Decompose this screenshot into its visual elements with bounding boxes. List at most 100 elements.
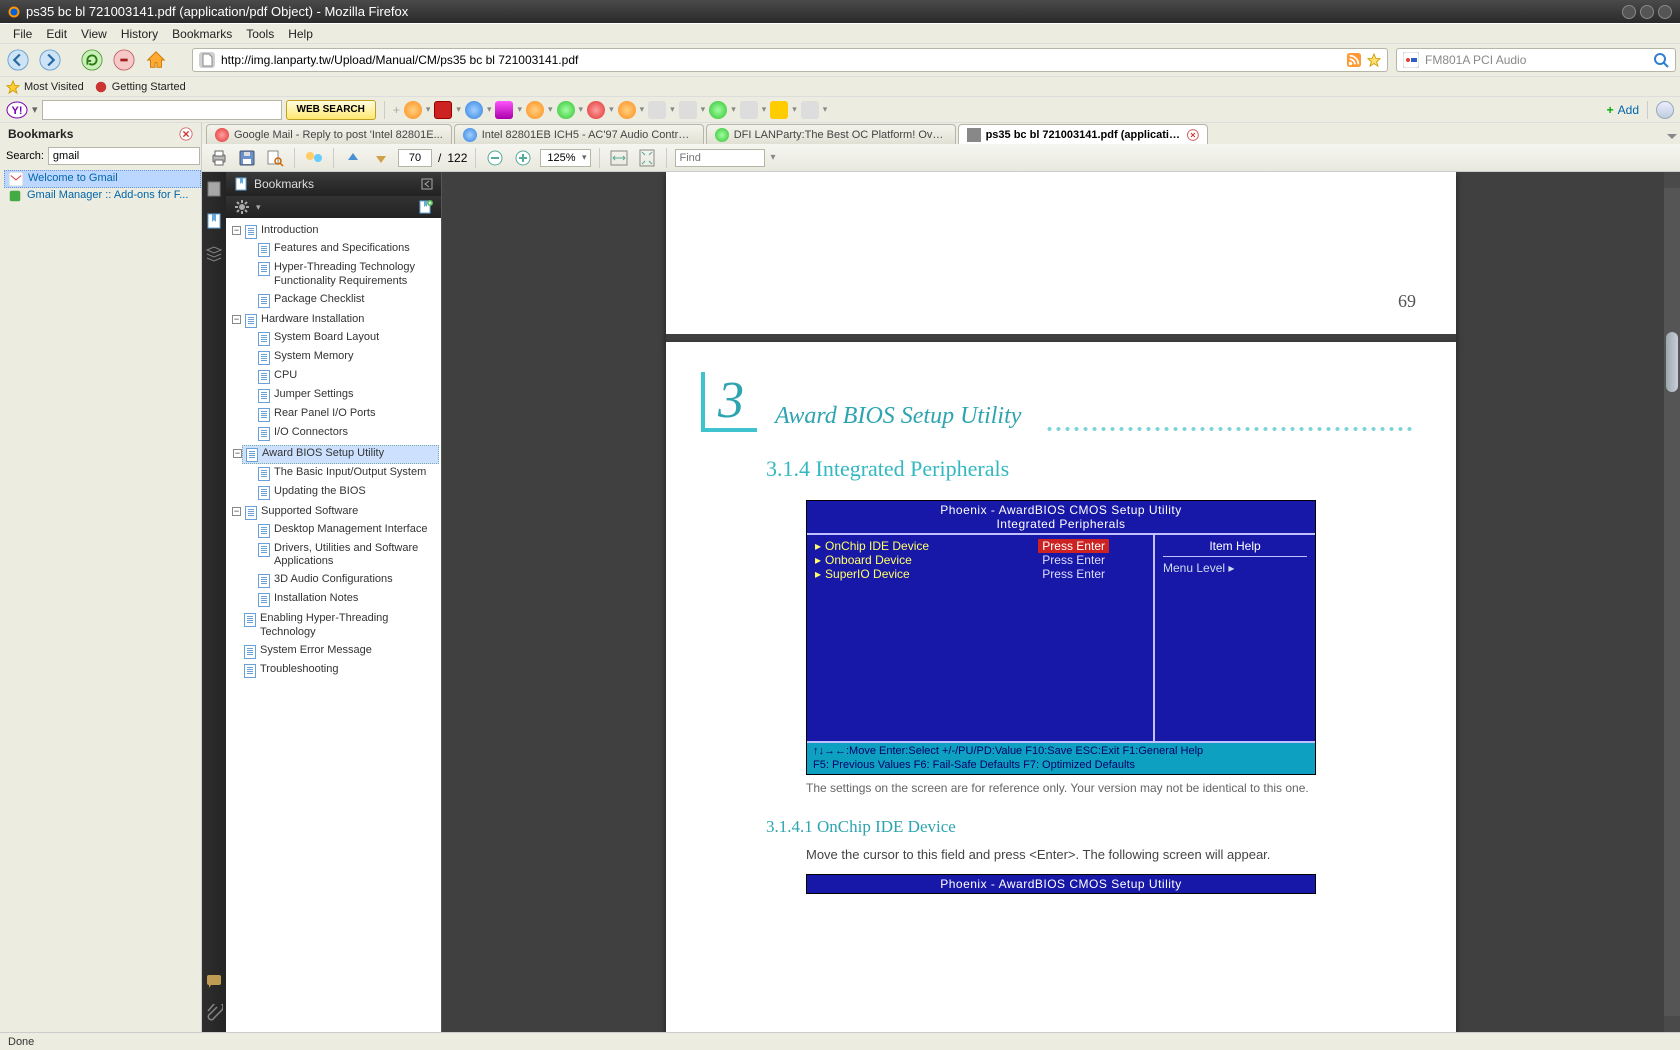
stop-button[interactable]: [110, 46, 138, 74]
pdf-fit-width-icon[interactable]: [608, 147, 630, 169]
toolbar-icon-mail[interactable]: [465, 101, 483, 119]
toolbar-icon-9[interactable]: [740, 101, 758, 119]
bm-most-visited[interactable]: Most Visited: [6, 80, 84, 94]
toolbar-icon-5[interactable]: [618, 101, 636, 119]
search-box[interactable]: FM801A PCI Audio: [1396, 48, 1676, 72]
toolbar-icon-1[interactable]: [404, 101, 422, 119]
window-close[interactable]: [1658, 5, 1672, 19]
toolbar-icon-11[interactable]: [801, 101, 819, 119]
sidebar-item-label: Gmail Manager :: Add-ons for F...: [27, 189, 188, 201]
pdf-thumbnails-icon[interactable]: [205, 180, 223, 198]
menu-file[interactable]: File: [6, 26, 39, 42]
back-button[interactable]: [4, 46, 32, 74]
bm-node[interactable]: Drivers, Utilities and Software Applicat…: [256, 541, 439, 571]
menu-history[interactable]: History: [114, 26, 165, 42]
pdf-collab-icon[interactable]: [303, 147, 325, 169]
bm-node[interactable]: System Memory: [256, 349, 439, 366]
window-maximize[interactable]: [1640, 5, 1654, 19]
bios-note: The settings on the screen are for refer…: [806, 781, 1316, 795]
pdf-find-input[interactable]: [675, 149, 765, 167]
menu-bookmarks[interactable]: Bookmarks: [165, 26, 239, 42]
pdf-zoom-in-icon[interactable]: [512, 147, 534, 169]
yahoo-logo-icon[interactable]: Y!: [6, 101, 28, 119]
bm-node[interactable]: System Error Message: [242, 643, 439, 660]
feed-icon[interactable]: [1347, 53, 1361, 67]
bm-node[interactable]: Installation Notes: [256, 591, 439, 608]
tab-1[interactable]: Intel 82801EB ICH5 - AC'97 Audio Control…: [454, 124, 704, 144]
pdf-search-icon[interactable]: [264, 147, 286, 169]
toolbar-settings-icon[interactable]: [1656, 101, 1674, 119]
bm-getting-started[interactable]: Getting Started: [94, 80, 186, 94]
sidebar-search-input[interactable]: [48, 147, 200, 165]
bm-node[interactable]: −Supported Software: [242, 504, 439, 521]
toolbar-add-button[interactable]: +Add: [1607, 103, 1639, 117]
yahoo-search-input[interactable]: [42, 100, 282, 120]
toolbar-icon-8[interactable]: [709, 101, 727, 119]
forward-button[interactable]: [36, 46, 64, 74]
bm-node[interactable]: I/O Connectors: [256, 425, 439, 442]
toolbar-icon-2[interactable]: [526, 101, 544, 119]
sidebar-item-1[interactable]: Gmail Manager :: Add-ons for F...: [4, 188, 201, 204]
bios-screenshot: Phoenix - AwardBIOS CMOS Setup Utility I…: [806, 500, 1316, 775]
toolbar-icon-3[interactable]: [557, 101, 575, 119]
menu-help[interactable]: Help: [281, 26, 320, 42]
bm-node[interactable]: System Board Layout: [256, 330, 439, 347]
bm-node[interactable]: Enabling Hyper-Threading Technology: [242, 611, 439, 641]
tab-favicon-icon: [715, 128, 729, 142]
collapse-panel-icon[interactable]: [421, 178, 433, 190]
reload-button[interactable]: [78, 46, 106, 74]
toolbar-icon-10[interactable]: [770, 101, 788, 119]
bm-node[interactable]: Troubleshooting: [242, 662, 439, 679]
pdf-attachments-icon[interactable]: [205, 1004, 223, 1022]
home-button[interactable]: [142, 46, 170, 74]
window-minimize[interactable]: [1622, 5, 1636, 19]
menu-view[interactable]: View: [74, 26, 114, 42]
bm-node[interactable]: The Basic Input/Output System: [256, 465, 439, 482]
bm-node[interactable]: −Hardware Installation: [242, 312, 439, 329]
bm-node[interactable]: −Award BIOS Setup Utility: [242, 445, 439, 464]
pdf-page-up-icon[interactable]: [342, 147, 364, 169]
tab-0[interactable]: Google Mail - Reply to post 'Intel 82801…: [206, 124, 452, 144]
toolbar-icon-y[interactable]: [495, 101, 513, 119]
bookmark-star-icon[interactable]: [1367, 53, 1381, 67]
sidebar-close-icon[interactable]: [179, 127, 193, 141]
url-bar[interactable]: http://img.lanparty.tw/Upload/Manual/CM/…: [192, 48, 1388, 72]
pdf-canvas[interactable]: 69 3 Award BIOS Setup Utility 3.1.4 Inte…: [442, 172, 1680, 1032]
tab-3[interactable]: ps35 bc bl 721003141.pdf (applicatio...: [958, 124, 1208, 144]
toolbar-icon-news[interactable]: [434, 101, 452, 119]
tab-2[interactable]: DFI LANParty:The Best OC Platform! Ove..…: [706, 124, 956, 144]
menu-tools[interactable]: Tools: [239, 26, 281, 42]
pdf-print-icon[interactable]: [208, 147, 230, 169]
bm-options-icon[interactable]: [234, 199, 250, 215]
bm-node[interactable]: Package Checklist: [256, 292, 439, 309]
toolbar-icon-7[interactable]: [679, 101, 697, 119]
list-all-tabs-icon[interactable]: [1664, 128, 1680, 144]
pdf-page-input[interactable]: [398, 149, 432, 167]
pdf-zoom-select[interactable]: 125%: [540, 149, 590, 167]
bm-node[interactable]: −Introduction: [242, 223, 439, 240]
bm-node[interactable]: Features and Specifications: [256, 241, 439, 258]
bm-node[interactable]: 3D Audio Configurations: [256, 572, 439, 589]
sidebar-item-0[interactable]: Welcome to Gmail: [4, 170, 201, 188]
bm-node[interactable]: CPU: [256, 368, 439, 385]
pdf-scrollbar[interactable]: [1664, 172, 1680, 1032]
menu-edit[interactable]: Edit: [39, 26, 74, 42]
pdf-comments-icon[interactable]: [205, 972, 223, 990]
bm-node[interactable]: Updating the BIOS: [256, 484, 439, 501]
bm-node[interactable]: Desktop Management Interface: [256, 522, 439, 539]
toolbar-icon-6[interactable]: [648, 101, 666, 119]
tab-close-icon[interactable]: [1187, 129, 1199, 141]
pdf-bookmarks-icon[interactable]: [205, 212, 223, 230]
bm-new-icon[interactable]: [417, 199, 433, 215]
pdf-fit-page-icon[interactable]: [636, 147, 658, 169]
pdf-layers-icon[interactable]: [205, 244, 223, 262]
pdf-zoom-out-icon[interactable]: [484, 147, 506, 169]
pdf-save-icon[interactable]: [236, 147, 258, 169]
bm-node[interactable]: Jumper Settings: [256, 387, 439, 404]
bm-node[interactable]: Rear Panel I/O Ports: [256, 406, 439, 423]
web-search-button[interactable]: WEB SEARCH: [286, 100, 376, 120]
search-go-icon[interactable]: [1653, 52, 1669, 68]
pdf-page-down-icon[interactable]: [370, 147, 392, 169]
toolbar-icon-4[interactable]: [587, 101, 605, 119]
bm-node[interactable]: Hyper-Threading Technology Functionality…: [256, 260, 439, 290]
